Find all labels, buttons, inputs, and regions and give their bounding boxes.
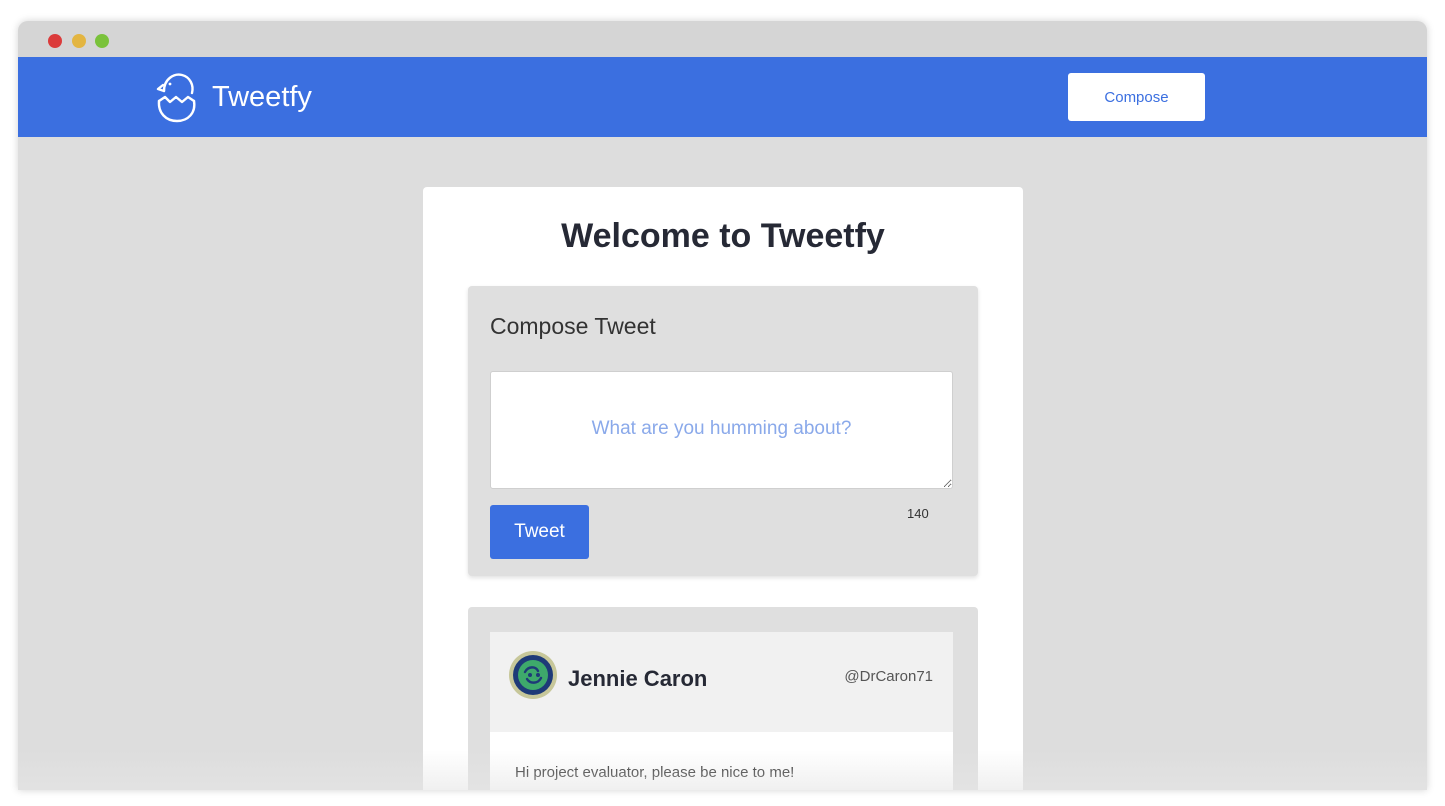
brand[interactable]: Tweetfy [154, 69, 312, 125]
char-counter: 140 [907, 506, 929, 521]
compose-nav-button[interactable]: Compose [1068, 73, 1205, 121]
navbar: Tweetfy Compose [18, 57, 1427, 137]
close-window-button[interactable] [48, 34, 62, 48]
tweet-text: Hi project evaluator, please be nice to … [515, 764, 795, 781]
compose-heading: Compose Tweet [490, 313, 656, 339]
tweet-input[interactable] [490, 371, 953, 489]
chick-in-egg-icon [156, 73, 196, 123]
avatar-icon [509, 651, 557, 699]
tweet-button[interactable]: Tweet [490, 505, 589, 559]
minimize-window-button[interactable] [72, 34, 86, 48]
browser-window: Tweetfy Compose Welcome to Tweetfy Compo… [18, 21, 1427, 790]
tweet-feed: Jennie Caron @DrCaron71 Hi project evalu… [468, 607, 978, 790]
tweet-author-name: Jennie Caron [568, 666, 708, 691]
compose-tweet-section: Compose Tweet Tweet 140 [468, 286, 978, 576]
tweet-card: Jennie Caron @DrCaron71 Hi project evalu… [490, 632, 953, 790]
main-card: Welcome to Tweetfy Compose Tweet Tweet 1… [423, 187, 1023, 790]
page-title: Welcome to Tweetfy [561, 217, 885, 255]
window-titlebar [18, 21, 1427, 57]
tweet-author-handle: @DrCaron71 [844, 668, 933, 685]
tweet-header: Jennie Caron @DrCaron71 [490, 632, 953, 732]
brand-name: Tweetfy [212, 80, 312, 113]
maximize-window-button[interactable] [95, 34, 109, 48]
